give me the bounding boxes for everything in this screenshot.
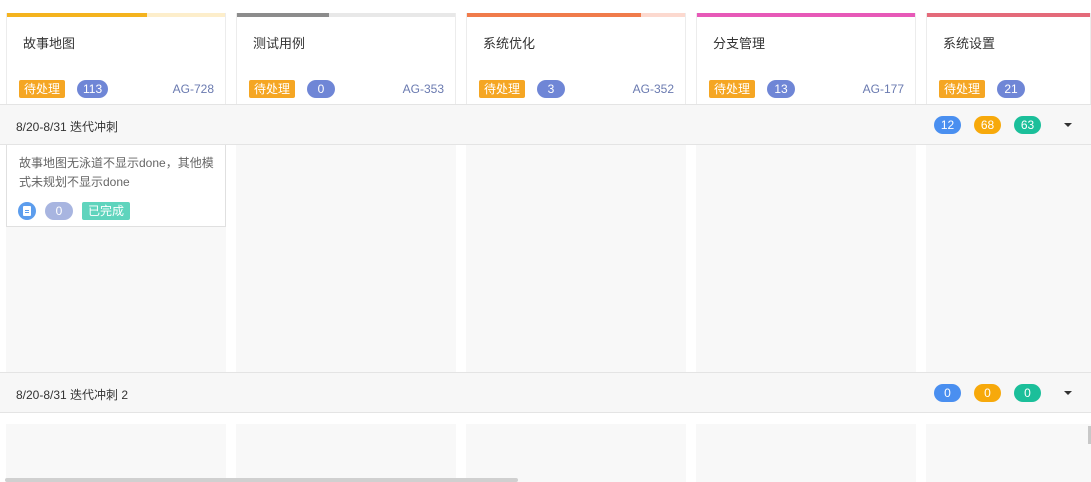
swimlane-cell[interactable] [926, 424, 1091, 482]
story-card[interactable]: 故事地图无泳道不显示done，其他模式未规划不显示done 0 已完成 [6, 145, 226, 227]
epic-story-count: 113 [77, 80, 109, 98]
epic-card[interactable]: 分支管理 待处理 13 AG-177 [696, 13, 916, 104]
chevron-down-icon[interactable] [1064, 123, 1072, 127]
epic-story-count: 3 [537, 80, 565, 98]
epic-story-count: 13 [767, 80, 795, 98]
epic-card[interactable]: 系统优化 待处理 3 AG-352 [466, 13, 686, 104]
sprint-name: 8/20-8/31 迭代冲刺 2 [16, 388, 129, 402]
sprint-name: 8/20-8/31 迭代冲刺 [16, 120, 119, 134]
epic-progress-fill [467, 13, 642, 17]
epic-status-badge[interactable]: 待处理 [939, 80, 986, 98]
chevron-down-icon[interactable] [1064, 391, 1072, 395]
story-map-board: 故事地图 待处理 113 AG-728 测试用例 待处理 0 AG-353 系统… [0, 0, 1091, 482]
swimlane-cell[interactable] [926, 145, 1091, 372]
swimlane-cell[interactable] [696, 424, 916, 482]
epic-story-count: 0 [307, 80, 335, 98]
in-progress-count-badge: 68 [974, 116, 1001, 134]
epic-story-count: 21 [997, 80, 1025, 98]
epic-progress-bar [697, 13, 915, 17]
horizontal-scrollbar[interactable] [5, 478, 518, 482]
epic-title[interactable]: 测试用例 [253, 33, 305, 52]
epic-title[interactable]: 分支管理 [713, 33, 765, 52]
epic-progress-fill [697, 13, 915, 17]
task-icon [18, 202, 36, 220]
epic-card[interactable]: 故事地图 待处理 113 AG-728 [6, 13, 226, 104]
epic-progress-fill [927, 13, 1090, 17]
epic-title[interactable]: 故事地图 [23, 33, 75, 52]
epic-card[interactable]: 系统设置 待处理 21 [926, 13, 1091, 104]
epic-key[interactable]: AG-352 [633, 82, 674, 96]
epic-status-badge[interactable]: 待处理 [19, 80, 66, 98]
epic-progress-bar [467, 13, 685, 17]
swimlane-cell[interactable] [466, 145, 686, 372]
epic-card[interactable]: 测试用例 待处理 0 AG-353 [236, 13, 456, 104]
sprint-header[interactable]: 8/20-8/31 迭代冲刺 12 68 63 [0, 104, 1091, 145]
sprint-header[interactable]: 8/20-8/31 迭代冲刺 2 0 0 0 [0, 372, 1091, 413]
epic-key[interactable]: AG-728 [173, 82, 214, 96]
epic-progress-bar [927, 13, 1090, 17]
epic-title[interactable]: 系统设置 [943, 33, 995, 52]
story-title[interactable]: 故事地图无泳道不显示done，其他模式未规划不显示done [19, 154, 215, 192]
epic-progress-fill [7, 13, 147, 17]
todo-count-badge: 12 [934, 116, 961, 134]
in-progress-count-badge: 0 [974, 384, 1001, 402]
epic-status-badge[interactable]: 待处理 [709, 80, 756, 98]
epic-progress-bar [7, 13, 225, 17]
done-count-badge: 0 [1014, 384, 1041, 402]
epic-progress-bar [237, 13, 455, 17]
story-points-badge: 0 [45, 202, 73, 220]
epic-status-badge[interactable]: 待处理 [249, 80, 296, 98]
swimlane-cell[interactable] [466, 424, 686, 482]
epic-key[interactable]: AG-353 [403, 82, 444, 96]
done-count-badge: 63 [1014, 116, 1041, 134]
epic-progress-fill [237, 13, 329, 17]
swimlane-cell[interactable] [6, 424, 226, 482]
epic-key[interactable]: AG-177 [863, 82, 904, 96]
swimlane-cell[interactable] [236, 145, 456, 372]
todo-count-badge: 0 [934, 384, 961, 402]
swimlane-cell[interactable] [236, 424, 456, 482]
swimlane-cell[interactable] [696, 145, 916, 372]
story-status-badge[interactable]: 已完成 [82, 202, 131, 220]
epic-status-badge[interactable]: 待处理 [479, 80, 526, 98]
epic-title[interactable]: 系统优化 [483, 33, 535, 52]
